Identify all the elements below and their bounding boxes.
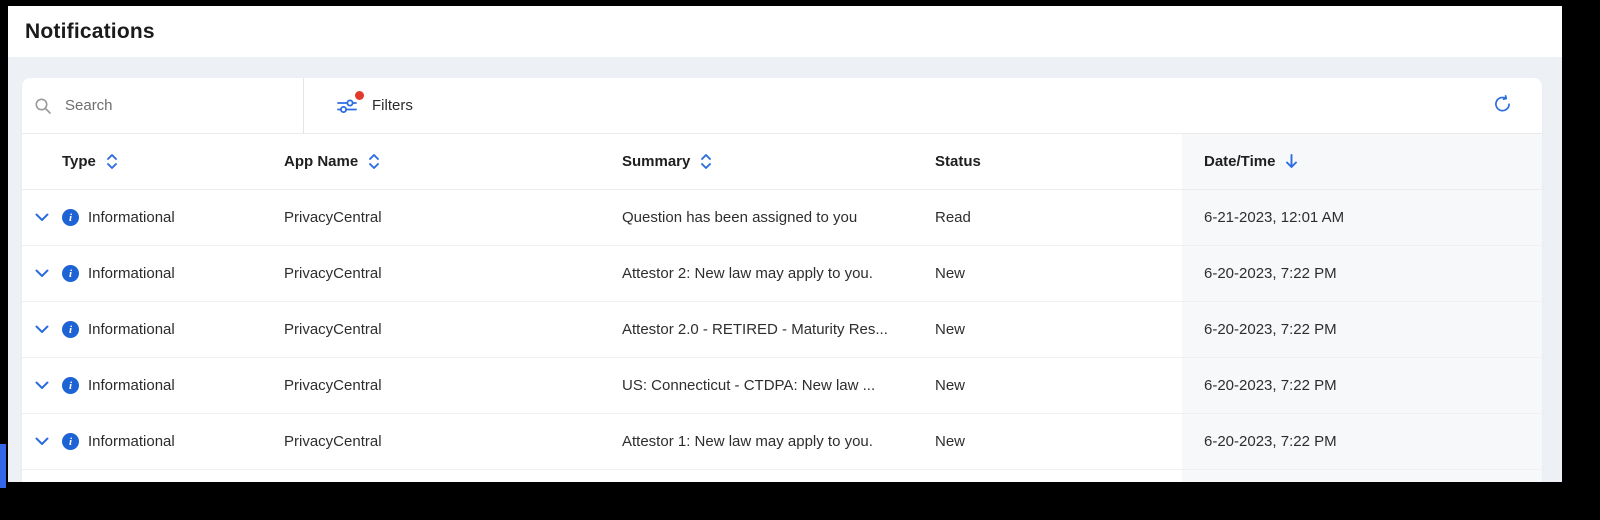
column-header-summary[interactable]: Summary: [622, 134, 935, 189]
search-section: [22, 78, 304, 133]
cell-status: New: [935, 265, 966, 282]
table-row[interactable]: i Informational PrivacyCentral US: Conne…: [22, 358, 1542, 414]
filters-label: Filters: [372, 97, 413, 114]
table-row[interactable]: i Informational PrivacyCentral Question …: [22, 190, 1542, 246]
title-bar: Notifications: [8, 6, 1562, 57]
arrow-down-icon: [1285, 153, 1298, 170]
cell-status: [935, 470, 1182, 482]
table-row[interactable]: i Informational PrivacyCentral Attestor …: [22, 302, 1542, 358]
toolbar: Filters: [22, 78, 1542, 134]
notifications-panel: Notifications Search Filters Type App Na…: [8, 6, 1562, 482]
cell-summary: [622, 470, 935, 482]
column-label: Type: [62, 153, 96, 170]
chevron-down-icon[interactable]: [33, 435, 51, 448]
cell-summary: Attestor 2: New law may apply to you.: [622, 265, 873, 282]
cell-status: Read: [935, 209, 971, 226]
notifications-card: Filters Type App Name: [22, 78, 1542, 482]
sort-up-down-icon: [700, 152, 712, 171]
partial-table-row: [22, 470, 1542, 482]
column-label: Status: [935, 153, 981, 170]
cell-app-name: [284, 470, 622, 482]
cell-type: i Informational: [62, 246, 284, 301]
sort-up-down-icon: [368, 152, 380, 171]
info-icon: i: [62, 265, 79, 282]
cell-datetime: 6-20-2023, 7:22 PM: [1182, 246, 1542, 301]
cell-app-name: PrivacyCentral: [284, 209, 382, 226]
chevron-down-icon[interactable]: [33, 323, 51, 336]
column-header-type[interactable]: Type: [62, 134, 284, 189]
cell-summary: Attestor 2.0 - RETIRED - Maturity Res...: [622, 321, 888, 338]
cell-datetime: [1182, 470, 1542, 482]
column-label: App Name: [284, 153, 359, 170]
table-row[interactable]: i Informational PrivacyCentral Attestor …: [22, 246, 1542, 302]
cell-app-name: PrivacyCentral: [284, 377, 382, 394]
cell-app-name: PrivacyCentral: [284, 265, 382, 282]
cell-datetime: 6-20-2023, 7:22 PM: [1182, 358, 1542, 413]
column-header-datetime[interactable]: Date/Time: [1182, 134, 1542, 189]
type-label: Informational: [88, 209, 175, 226]
cell-expander: [22, 246, 62, 301]
cell-datetime: 6-20-2023, 7:22 PM: [1182, 302, 1542, 357]
cell-status: New: [935, 377, 966, 394]
type-label: Informational: [88, 433, 175, 450]
cell-summary: Attestor 1: New law may apply to you.: [622, 433, 873, 450]
column-label: Summary: [622, 153, 691, 170]
sort-up-down-icon: [106, 152, 118, 171]
column-header-status: Status: [935, 134, 1182, 189]
sliders-icon: [337, 90, 364, 114]
type-label: Informational: [88, 321, 175, 338]
info-icon: i: [62, 433, 79, 450]
header-expander-spacer: [22, 134, 62, 189]
filters-button[interactable]: Filters: [335, 90, 415, 118]
cell-app-name: PrivacyCentral: [284, 321, 382, 338]
chevron-down-icon[interactable]: [33, 267, 51, 280]
info-icon: i: [62, 321, 79, 338]
edge-accent: [0, 444, 6, 488]
cell-expander: [22, 190, 62, 245]
column-label: Date/Time: [1204, 153, 1276, 170]
cell-summary: Question has been assigned to you: [622, 209, 858, 226]
table-header-row: Type App Name Summary Status Date/Time: [22, 134, 1542, 190]
cell-summary: US: Connecticut - CTDPA: New law ...: [622, 377, 876, 394]
column-header-app-name[interactable]: App Name: [284, 134, 622, 189]
refresh-button[interactable]: [1489, 91, 1516, 121]
info-icon: i: [62, 377, 79, 394]
search-input[interactable]: [63, 96, 267, 115]
cell-datetime: 6-21-2023, 12:01 AM: [1182, 190, 1542, 245]
red-dot-badge: [355, 90, 364, 100]
cell-type: [62, 470, 284, 482]
cell-expander: [22, 414, 62, 469]
type-label: Informational: [88, 265, 175, 282]
search-icon: [34, 97, 52, 115]
cell-datetime: 6-20-2023, 7:22 PM: [1182, 414, 1542, 469]
table-row[interactable]: i Informational PrivacyCentral Attestor …: [22, 414, 1542, 470]
cell-expander: [22, 302, 62, 357]
refresh-icon: [1493, 94, 1512, 117]
cell-status: New: [935, 321, 966, 338]
page-title: Notifications: [25, 19, 155, 43]
cell-expander: [22, 470, 62, 482]
chevron-down-icon[interactable]: [33, 211, 51, 224]
info-icon: i: [62, 209, 79, 226]
cell-type: i Informational: [62, 414, 284, 469]
type-label: Informational: [88, 377, 175, 394]
cell-app-name: PrivacyCentral: [284, 433, 382, 450]
chevron-down-icon[interactable]: [33, 379, 51, 392]
cell-status: New: [935, 433, 966, 450]
cell-expander: [22, 358, 62, 413]
cell-type: i Informational: [62, 358, 284, 413]
cell-type: i Informational: [62, 302, 284, 357]
cell-type: i Informational: [62, 190, 284, 245]
